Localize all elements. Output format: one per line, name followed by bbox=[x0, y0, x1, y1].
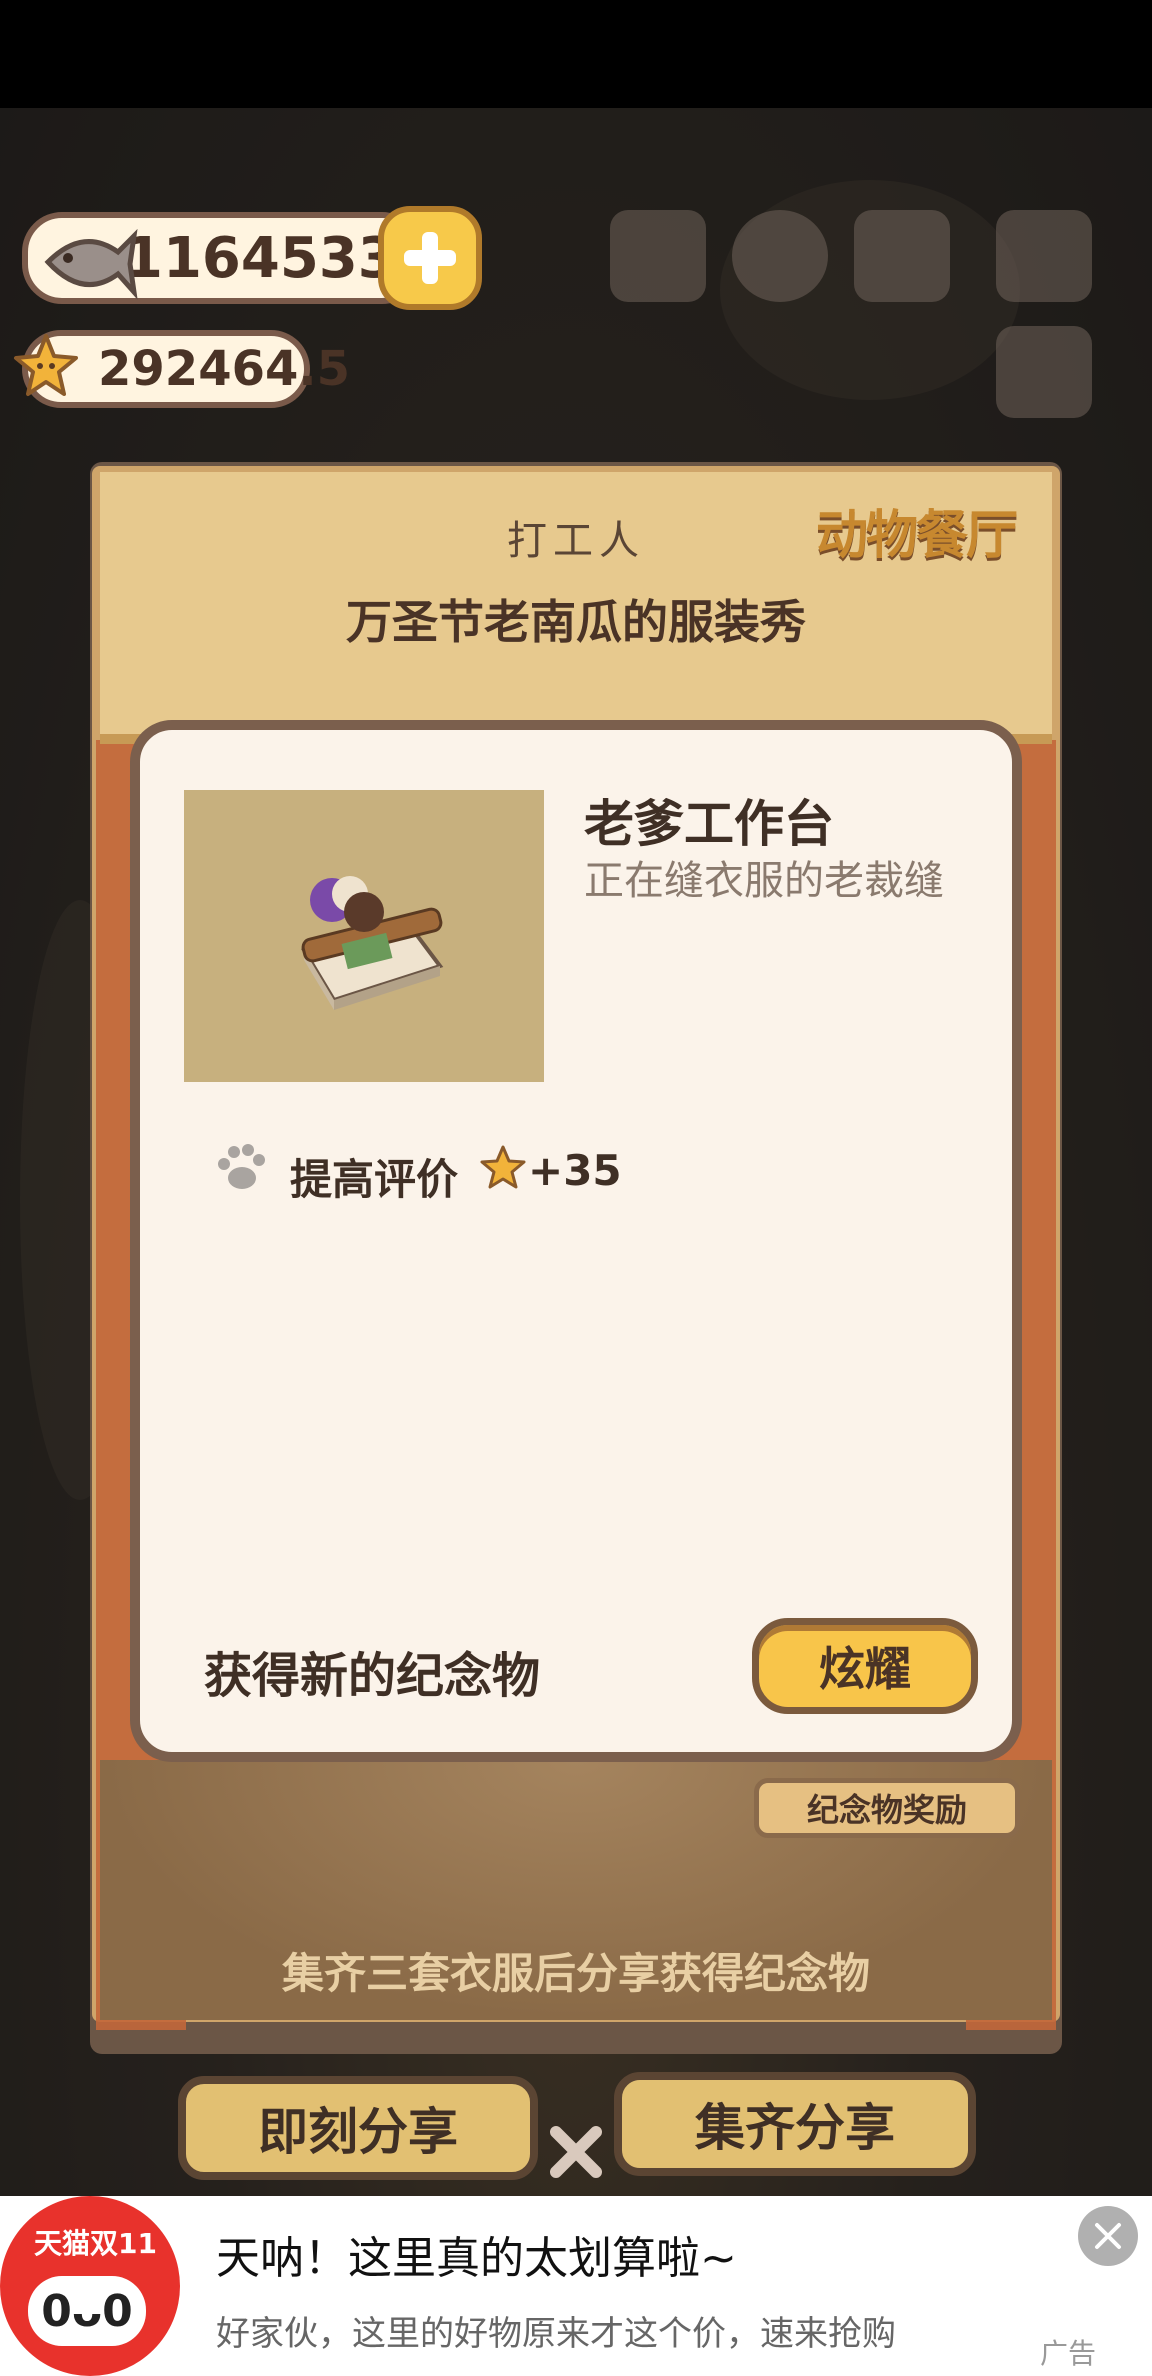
item-name: 老爹工作台 bbox=[584, 795, 834, 853]
collect-hint: 集齐三套衣服后分享获得纪念物 bbox=[281, 1949, 870, 1998]
show-title: 万圣节老南瓜的服装秀 bbox=[346, 595, 806, 649]
paw-book-icon[interactable] bbox=[854, 210, 950, 302]
close-icon bbox=[1095, 2223, 1121, 2249]
share-all-button[interactable]: 集齐分享 bbox=[614, 2072, 976, 2176]
item-description: 正在缝衣服的老裁缝 bbox=[584, 858, 944, 904]
ad-logo[interactable]: 天猫双11 0ᴗ0 bbox=[0, 2196, 180, 2376]
tmall-cat-face-icon: 0ᴗ0 bbox=[28, 2276, 146, 2346]
camera-icon[interactable] bbox=[996, 210, 1092, 302]
close-popup-button[interactable] bbox=[536, 2112, 616, 2192]
rating-star-icon bbox=[480, 1145, 526, 1189]
close-icon bbox=[550, 2126, 602, 2178]
bonus-value: +35 bbox=[528, 1146, 622, 1195]
add-fish-button[interactable] bbox=[378, 206, 482, 310]
ad-subtitle[interactable]: 好家伙，这里的好物原来才这个价，速来抢购 bbox=[216, 2306, 896, 2355]
show-off-button[interactable]: 炫耀 bbox=[752, 1618, 978, 1714]
ad-label: 广告 bbox=[1040, 2337, 1097, 2370]
fish-currency-bar: 11645331 bbox=[22, 212, 436, 304]
share-now-button[interactable]: 即刻分享 bbox=[178, 2076, 538, 2180]
notice-board-icon[interactable] bbox=[996, 326, 1092, 418]
ad-logo-text: 天猫双11 bbox=[34, 2227, 157, 2260]
ad-close-button[interactable] bbox=[1078, 2206, 1138, 2266]
bonus-label: 提高评价 bbox=[290, 1155, 459, 1204]
item-thumbnail bbox=[184, 790, 544, 1082]
ad-title[interactable]: 天呐！这里真的太划算啦~ bbox=[216, 2222, 737, 2286]
workbench-image bbox=[300, 876, 444, 1010]
souvenir-reward-tag[interactable]: 纪念物奖励 bbox=[754, 1778, 1020, 1838]
plus-icon bbox=[404, 232, 456, 284]
status-bar bbox=[0, 0, 1152, 108]
ranking-icon[interactable] bbox=[610, 210, 706, 302]
star-icon bbox=[14, 334, 78, 396]
star-count: 292464.5 bbox=[98, 341, 351, 397]
paw-icon bbox=[218, 1144, 265, 1189]
settings-gear-icon[interactable] bbox=[732, 210, 828, 302]
fish-icon bbox=[44, 228, 138, 300]
new-souvenir-label: 获得新的纪念物 bbox=[204, 1648, 541, 1704]
game-logo: 动物餐厅 bbox=[796, 482, 1036, 578]
worker-label: 打工人 bbox=[507, 518, 645, 564]
game-logo-text: 动物餐厅 bbox=[815, 505, 1018, 566]
